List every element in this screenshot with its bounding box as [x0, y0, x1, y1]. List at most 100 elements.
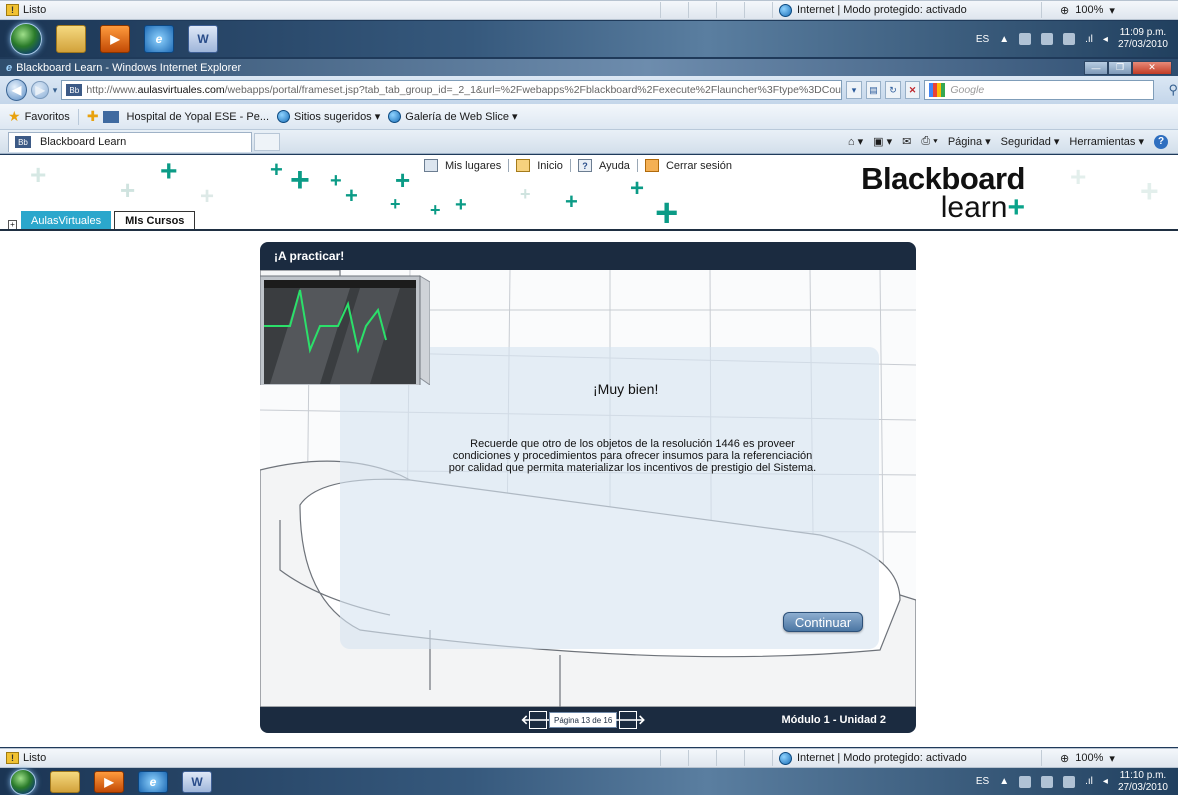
star-icon: ★: [8, 108, 21, 124]
chevron-down-icon[interactable]: ▾: [1109, 752, 1115, 765]
taskbar-top: ▶ e W ES ▲ .ıl ◂ 11:09 p.m. 27/03/2010: [0, 21, 1178, 57]
zoom-level[interactable]: 100%: [1075, 4, 1103, 16]
fav-sitios-sugeridos[interactable]: Sitios sugeridos ▾: [277, 110, 380, 123]
next-page-button[interactable]: 🡒: [611, 711, 646, 729]
tray-network-icon[interactable]: [1063, 33, 1076, 45]
link-ayuda[interactable]: Ayuda: [599, 160, 630, 172]
new-tab-button[interactable]: [254, 132, 280, 151]
decorative-plus-icon: +: [565, 189, 578, 214]
url-input[interactable]: Bb http://www. aulasvirtuales.com/webapps…: [61, 80, 843, 100]
clock[interactable]: 11:09 p.m. 27/03/2010: [1118, 27, 1168, 51]
logout-icon: [644, 159, 659, 172]
lesson-footer: 🡐 Página 13 de 16 🡒 Módulo 1 - Unidad 2: [260, 707, 916, 733]
heart-monitor-image: [260, 275, 430, 385]
tray-expand-icon[interactable]: ▲: [999, 34, 1009, 45]
tools-menu[interactable]: Herramientas ▾: [1069, 135, 1144, 148]
tray-app-icon[interactable]: [1019, 775, 1032, 788]
decorative-plus-icon: +: [630, 175, 645, 202]
word-icon[interactable]: W: [188, 25, 218, 53]
signal-icon[interactable]: .ıl: [1085, 776, 1093, 787]
media-player-icon[interactable]: ▶: [94, 770, 124, 793]
system-tray: ES ▲ .ıl ◂ 11:10 p.m. 27/03/2010: [976, 770, 1178, 794]
explorer-icon[interactable]: [56, 25, 86, 53]
feeds-icon[interactable]: ▣ ▾: [873, 135, 892, 148]
decorative-plus-icon: +: [655, 191, 679, 230]
previous-page-button[interactable]: 🡐: [521, 711, 555, 729]
tray-expand-icon[interactable]: ▲: [999, 776, 1009, 787]
tab-aulas-virtuales[interactable]: AulasVirtuales: [21, 211, 112, 230]
status-text: Listo: [23, 752, 47, 764]
language-indicator[interactable]: ES: [976, 776, 989, 787]
start-button[interactable]: [10, 768, 36, 795]
forward-button[interactable]: ▶: [31, 81, 49, 99]
url-dropdown-button[interactable]: ▾: [846, 81, 862, 99]
ie-icon: [277, 110, 291, 123]
volume-icon[interactable]: ◂: [1103, 34, 1108, 45]
home-icon: [516, 159, 531, 172]
print-icon[interactable]: ⎙ ▾: [921, 135, 937, 148]
lesson-title: ¡A practicar!: [260, 242, 916, 270]
zoom-icon[interactable]: ⊕: [1060, 4, 1069, 17]
security-menu[interactable]: Seguridad ▾: [1001, 135, 1060, 148]
add-favorite-icon: ✚: [86, 108, 99, 124]
language-indicator[interactable]: ES: [976, 34, 989, 45]
module-label: Módulo 1 - Unidad 2: [781, 714, 887, 726]
history-dropdown-icon[interactable]: ▾: [53, 85, 58, 96]
tray-network-icon[interactable]: [1063, 775, 1076, 788]
chevron-down-icon[interactable]: ▾: [1109, 4, 1115, 17]
minimize-button[interactable]: —: [1084, 60, 1108, 75]
status-bar-bottom: ! Listo Internet | Modo protegido: activa…: [0, 748, 1178, 768]
internet-explorer-icon[interactable]: e: [144, 25, 174, 53]
search-icon[interactable]: ⚲: [1168, 82, 1178, 98]
security-zone[interactable]: Internet | Modo protegido: activado: [772, 2, 1042, 18]
blackboard-logo: Blackboard learn+: [861, 161, 1025, 224]
command-bar: ⌂ ▾ ▣ ▾ ✉ ⎙ ▾ Página ▾ Seguridad ▾ Herra…: [848, 134, 1178, 149]
signal-icon[interactable]: .ıl: [1085, 34, 1093, 45]
word-icon[interactable]: W: [182, 770, 212, 793]
home-icon[interactable]: ⌂ ▾: [848, 135, 863, 148]
mail-icon[interactable]: ✉: [902, 135, 911, 148]
link-inicio[interactable]: Inicio: [537, 160, 563, 172]
favorites-bar: ★ Favoritos ✚ Hospital de Yopal ESE - Pe..…: [0, 104, 1178, 130]
search-input[interactable]: Google: [924, 80, 1155, 100]
start-button[interactable]: [10, 23, 42, 55]
fav-hospital[interactable]: ✚ Hospital de Yopal ESE - Pe...: [87, 108, 269, 125]
tab-blackboard-learn[interactable]: Bb Blackboard Learn: [8, 131, 252, 152]
decorative-plus-icon: +: [200, 183, 215, 210]
page-menu[interactable]: Página ▾: [948, 135, 991, 148]
tray-flag-icon[interactable]: [1041, 775, 1054, 788]
tray-flag-icon[interactable]: [1041, 33, 1054, 45]
media-player-icon[interactable]: ▶: [100, 25, 130, 53]
link-mis-lugares[interactable]: Mis lugares: [445, 160, 501, 172]
refresh-button[interactable]: ↻: [885, 81, 901, 99]
status-bar-top: ! Listo Internet | Modo protegido: activa…: [0, 0, 1178, 20]
lesson-stage: ¡Muy bien! Recuerde que otro de los obje…: [260, 270, 916, 707]
tray-app-icon[interactable]: [1019, 33, 1032, 45]
lesson-frame: ¡A practicar! ¡Muy bien! Recuerde que ot…: [260, 242, 916, 733]
close-button[interactable]: ✕: [1132, 60, 1172, 75]
feedback-message: Recuerde que otro de los objetos de la r…: [448, 438, 817, 474]
tab-mis-cursos[interactable]: MIs Cursos: [114, 211, 196, 230]
decorative-plus-icon: +: [30, 159, 47, 190]
places-icon: [424, 159, 438, 172]
volume-icon[interactable]: ◂: [1103, 776, 1108, 787]
maximize-button[interactable]: ❐: [1108, 60, 1132, 75]
internet-explorer-icon[interactable]: e: [138, 770, 168, 793]
decorative-plus-icon: +: [270, 157, 283, 182]
security-zone[interactable]: Internet | Modo protegido: activado: [772, 750, 1042, 766]
explorer-icon[interactable]: [50, 770, 80, 793]
fav-web-slice[interactable]: Galería de Web Slice ▾: [388, 110, 518, 123]
zoom-icon[interactable]: ⊕: [1060, 752, 1069, 765]
stop-button[interactable]: ✕: [904, 81, 921, 99]
link-cerrar-sesion[interactable]: Cerrar sesión: [666, 160, 732, 172]
zoom-level[interactable]: 100%: [1075, 752, 1103, 764]
clock[interactable]: 11:10 p.m. 27/03/2010: [1118, 770, 1168, 794]
help-icon[interactable]: ?: [1154, 134, 1168, 149]
favorites-button[interactable]: ★ Favoritos: [8, 108, 70, 125]
help-icon: ?: [577, 159, 592, 172]
continue-button[interactable]: Continuar: [783, 612, 863, 632]
back-button[interactable]: ◀: [6, 79, 28, 101]
decorative-plus-icon: +: [430, 200, 441, 220]
compatibility-button[interactable]: ▤: [865, 81, 882, 99]
blackboard-header: + + + + + + + + + + + + + + + + + + Mis …: [0, 155, 1178, 230]
